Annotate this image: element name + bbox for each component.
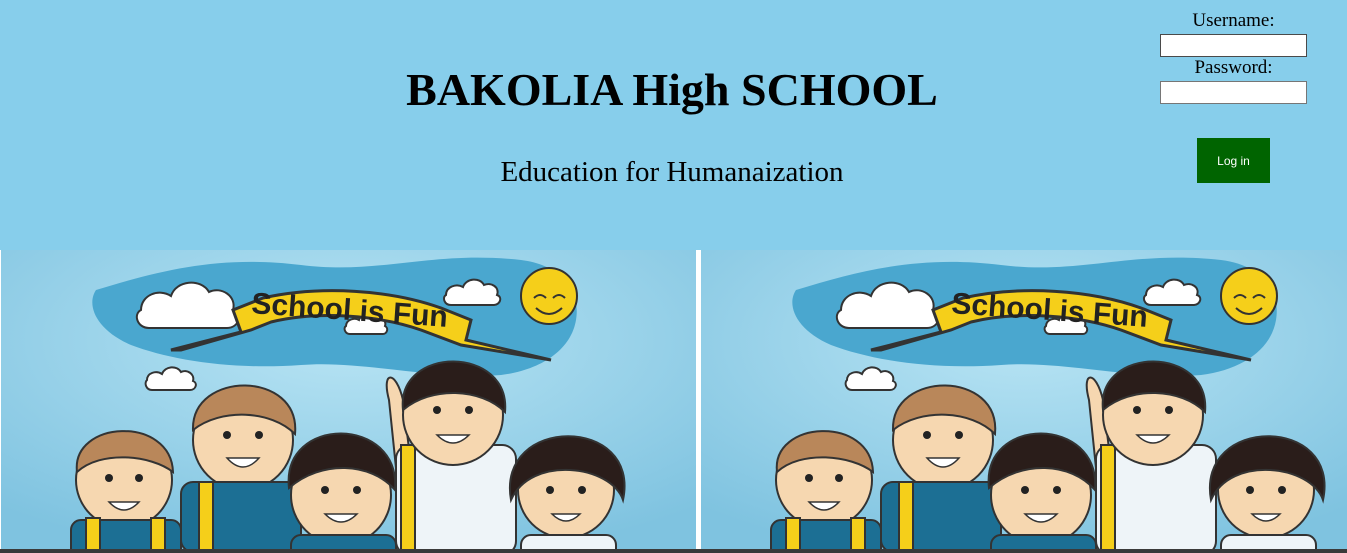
- site-slogan: Education for Humanaization: [500, 156, 844, 188]
- sun-icon: [1220, 267, 1278, 325]
- school-is-fun-illustration: School is Fun: [1, 250, 696, 550]
- banner-image-left: School is Fun: [1, 250, 696, 550]
- bottom-bar: [0, 549, 1347, 553]
- banner: School is Fun School is Fun: [0, 250, 1347, 550]
- page-header: BAKOLIA High SCHOOL Education for Humana…: [0, 0, 1347, 250]
- banner-image-right: School is Fun: [701, 250, 1347, 550]
- sun-icon: [520, 267, 578, 325]
- password-input[interactable]: [1160, 81, 1307, 104]
- site-title: BAKOLIA High SCHOOL: [406, 64, 938, 115]
- username-input[interactable]: [1160, 34, 1307, 57]
- username-label: Username:: [1192, 10, 1275, 31]
- login-button[interactable]: Log in: [1197, 138, 1270, 183]
- school-is-fun-illustration: School is Fun: [701, 250, 1347, 550]
- password-label: Password:: [1194, 57, 1273, 78]
- login-form: Username: Password:: [1160, 10, 1307, 104]
